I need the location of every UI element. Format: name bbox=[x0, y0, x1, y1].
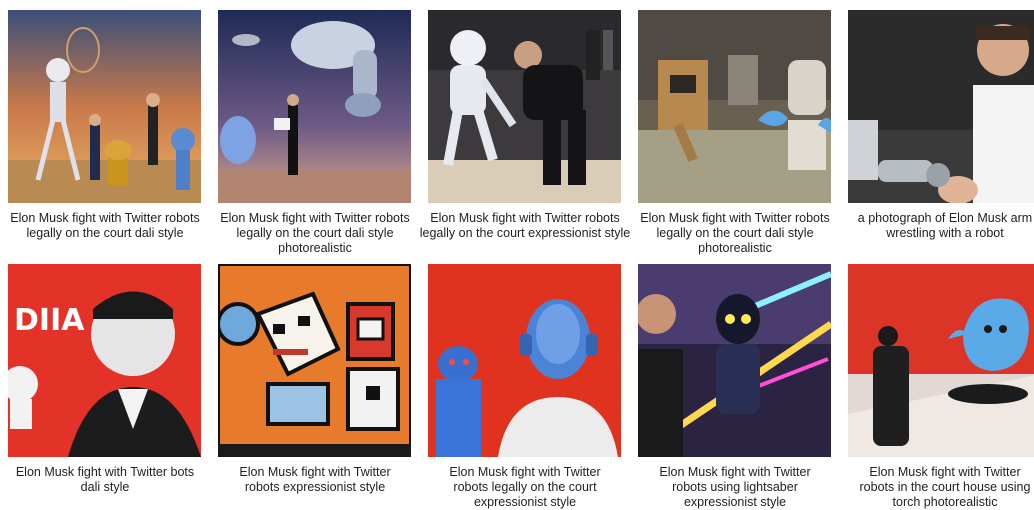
generated-image[interactable] bbox=[638, 10, 831, 203]
image-caption: Elon Musk fight with Twitter bots dali s… bbox=[15, 465, 195, 494]
image-caption: Elon Musk fight with Twitter robots lega… bbox=[419, 211, 631, 240]
image-caption: Elon Musk fight with Twitter robots lega… bbox=[640, 211, 830, 255]
image-caption: Elon Musk fight with Twitter robots lega… bbox=[449, 465, 601, 509]
svg-text:DIIA: DIIA bbox=[14, 303, 85, 338]
generated-image[interactable] bbox=[8, 10, 201, 203]
image-caption: Elon Musk fight with Twitter robots in t… bbox=[859, 465, 1031, 509]
generated-image[interactable] bbox=[428, 10, 621, 203]
image-gallery: Elon Musk fight with Twitter robots lega… bbox=[0, 0, 1034, 509]
image-caption: Elon Musk fight with Twitter robots expr… bbox=[239, 465, 391, 494]
generated-image[interactable] bbox=[848, 264, 1034, 457]
generated-image[interactable] bbox=[848, 10, 1034, 203]
image-caption: Elon Musk fight with Twitter robots usin… bbox=[659, 465, 811, 509]
generated-image[interactable]: DIIA bbox=[8, 264, 201, 457]
image-caption: Elon Musk fight with Twitter robots lega… bbox=[220, 211, 410, 255]
generated-image[interactable] bbox=[218, 10, 411, 203]
image-caption: Elon Musk fight with Twitter robots lega… bbox=[10, 211, 200, 240]
generated-image[interactable] bbox=[218, 264, 411, 457]
generated-image[interactable] bbox=[428, 264, 621, 457]
image-caption: a photograph of Elon Musk arm wrestling … bbox=[857, 211, 1033, 240]
generated-image[interactable] bbox=[638, 264, 831, 457]
